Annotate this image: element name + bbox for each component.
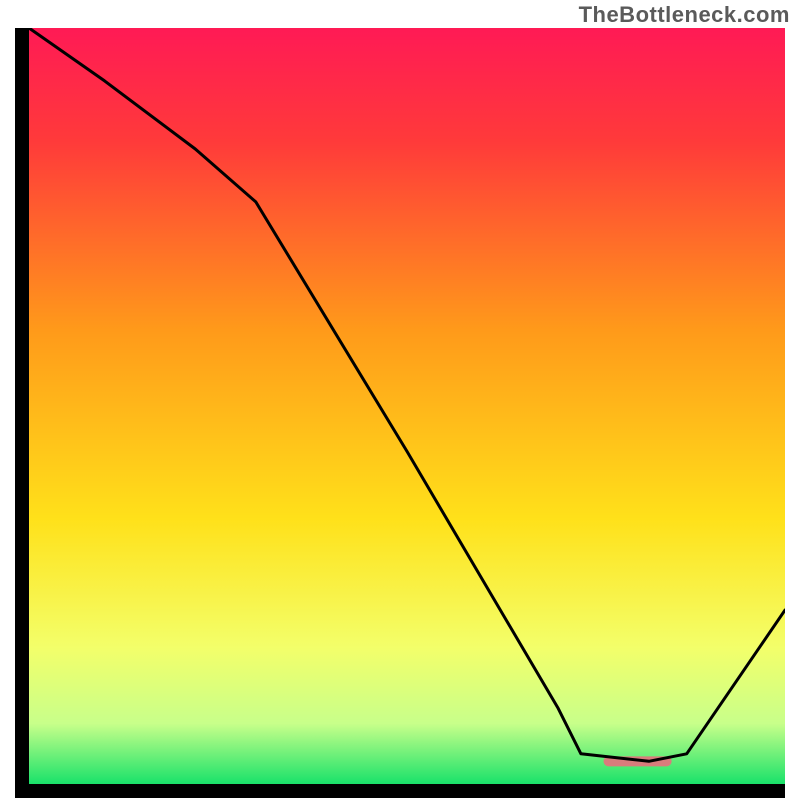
chart-svg bbox=[15, 28, 785, 798]
chart-container: { "watermark": "TheBottleneck.com", "cha… bbox=[0, 0, 800, 800]
x-axis bbox=[15, 784, 785, 798]
y-axis bbox=[15, 28, 29, 798]
chart-area bbox=[15, 28, 785, 798]
watermark-text: TheBottleneck.com bbox=[579, 2, 790, 28]
gradient-background bbox=[29, 28, 785, 784]
